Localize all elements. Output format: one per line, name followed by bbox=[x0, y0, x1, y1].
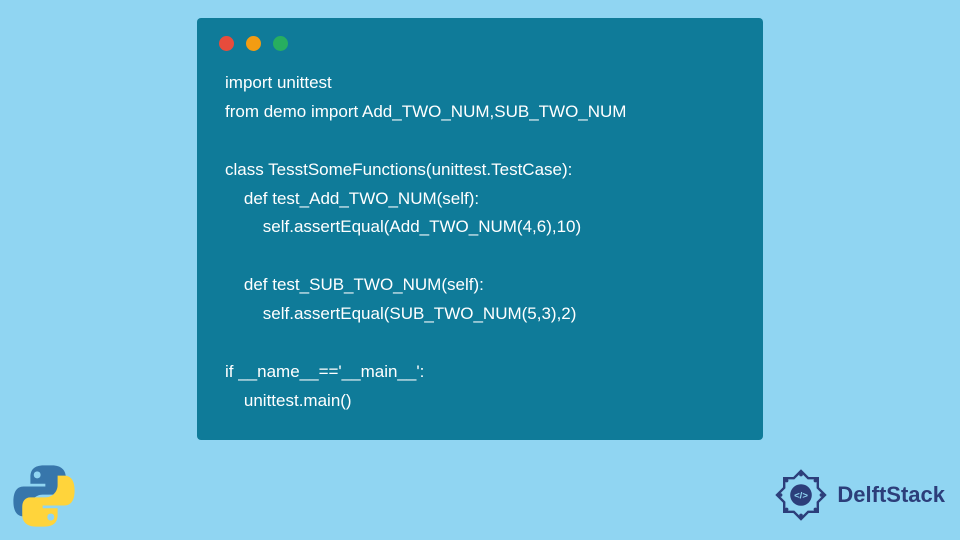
delftstack-badge-icon: </> bbox=[771, 465, 831, 525]
delftstack-branding: </> DelftStack bbox=[771, 465, 945, 525]
code-window: import unittest from demo import Add_TWO… bbox=[197, 18, 763, 440]
delftstack-label: DelftStack bbox=[837, 482, 945, 508]
close-icon bbox=[219, 36, 234, 51]
python-logo-icon bbox=[10, 462, 78, 530]
maximize-icon bbox=[273, 36, 288, 51]
window-controls bbox=[197, 18, 763, 59]
minimize-icon bbox=[246, 36, 261, 51]
svg-text:</>: </> bbox=[794, 491, 808, 502]
code-block: import unittest from demo import Add_TWO… bbox=[197, 59, 763, 426]
